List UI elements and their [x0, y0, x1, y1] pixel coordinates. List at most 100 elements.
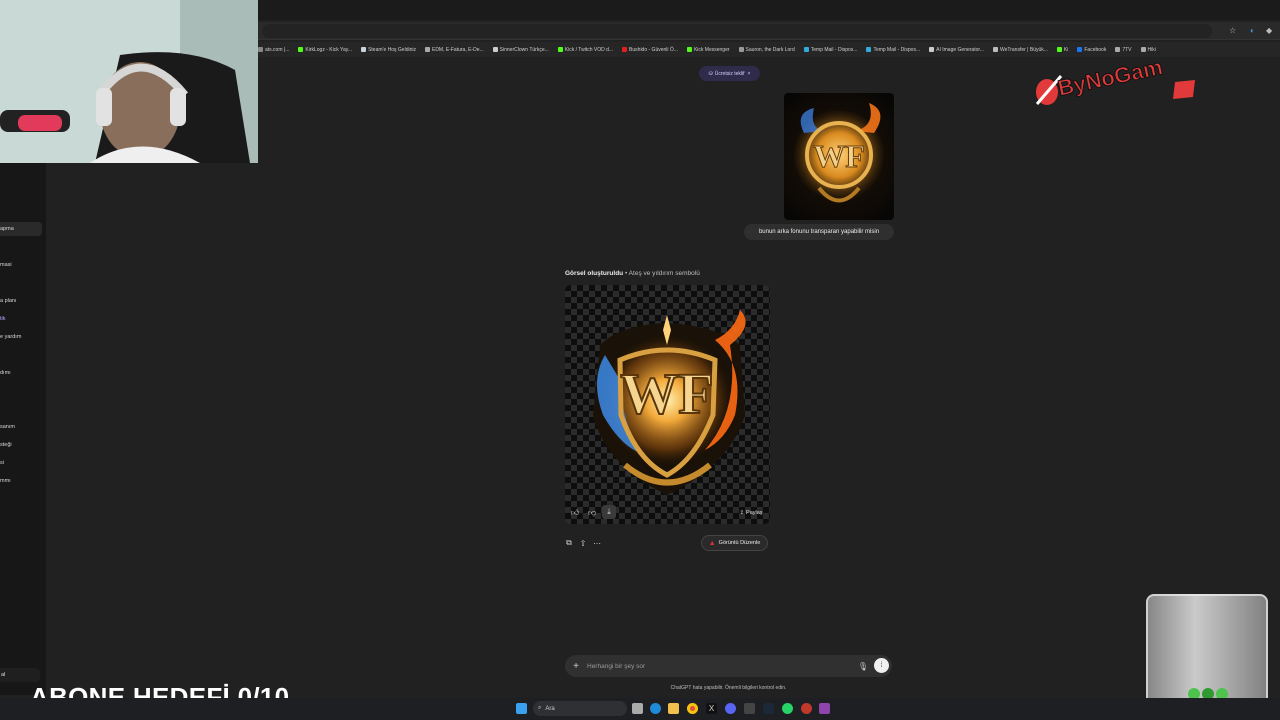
share-icon: ⇪	[739, 509, 745, 516]
bookmark-label: SinnerClown Türkçe...	[499, 46, 549, 53]
voice-wave-icon: ⁞	[880, 662, 883, 669]
bookmark-item[interactable]: Steam'e Hoş Geldiniz	[361, 47, 416, 53]
bookmark-item[interactable]: EDM, E-Fatura, E-De...	[424, 46, 484, 53]
address-bar[interactable]	[262, 24, 1212, 38]
webcam-overlay	[0, 0, 258, 163]
share-label: Paylaş	[746, 509, 763, 516]
plus-icon[interactable]: +	[570, 660, 582, 672]
gift-icon: ⛁	[708, 70, 713, 77]
bookmark-label: Kick / Twitch VOD d...	[564, 46, 614, 53]
bookmark-label: AI Image Generator...	[936, 46, 984, 53]
generated-title-bold: Görsel oluşturuldu	[565, 270, 624, 277]
file-explorer-icon[interactable]	[668, 703, 679, 714]
sidebar-account-label: al	[1, 672, 6, 678]
sidebar-chat-item[interactable]: si	[0, 460, 4, 466]
bookmark-favicon-icon	[738, 47, 744, 52]
taskbar-search-label: Ara	[545, 705, 555, 712]
bookmark-favicon-icon	[929, 47, 935, 52]
generated-logo-text: WF	[620, 361, 713, 426]
edit-image-button[interactable]: ▲ Görüntü Düzenle	[701, 535, 768, 551]
share-upload-icon[interactable]: ⇧	[577, 537, 589, 549]
app-icon-2[interactable]	[819, 703, 830, 714]
free-offer-pill[interactable]: ⛁ Ücretsiz teklif ×	[699, 66, 760, 81]
close-icon[interactable]: ×	[748, 71, 751, 77]
channel-logo: ByNoGam	[1035, 42, 1205, 112]
task-view-icon[interactable]	[632, 703, 643, 714]
bookmark-label: EDM, E-Fatura, E-De...	[431, 46, 484, 53]
bookmark-item[interactable]: Sauron, the Dark Lord	[738, 46, 795, 53]
whatsapp-icon[interactable]	[782, 703, 793, 714]
sidebar-chat-item[interactable]: sanım	[0, 424, 15, 430]
edit-image-label: Görüntü Düzenle	[718, 540, 761, 546]
bookmark-label: Temp Mail - Dispos...	[810, 46, 858, 53]
download-icon[interactable]: ⤓	[602, 505, 616, 519]
bookmark-item[interactable]: Temp Mail - Dispos...	[803, 46, 858, 53]
bookmark-favicon-icon	[686, 47, 692, 52]
subscriber-goal-glass	[1146, 594, 1268, 714]
bookmark-label: Steam'e Hoş Geldiniz	[368, 46, 416, 53]
more-options-icon[interactable]: ⋯	[591, 537, 603, 549]
copy-icon[interactable]: ⧉	[563, 537, 575, 549]
sidebar-chat-item[interactable]: tik	[0, 316, 6, 322]
channel-logo-text: ByNoGam	[1056, 54, 1165, 101]
bookmark-label: ats.com |...	[265, 46, 290, 53]
extension-icon[interactable]: ◐	[1250, 26, 1255, 35]
steam-icon[interactable]	[763, 703, 774, 714]
bookmark-favicon-icon	[258, 47, 263, 52]
free-offer-label: Ücretsiz teklif	[714, 70, 745, 77]
bookmark-label: Sauron, the Dark Lord	[745, 46, 795, 53]
bookmark-label: Temp Mail - Dispos...	[873, 46, 921, 53]
uploaded-image[interactable]: WF	[784, 93, 894, 220]
sidebar-chat-item[interactable]: steği	[0, 442, 12, 448]
generated-image[interactable]: WF	[565, 285, 770, 524]
sidebar-account-item[interactable]: al	[0, 668, 40, 682]
bookmark-star-icon[interactable]: ☆	[1229, 26, 1236, 35]
bookmark-favicon-icon	[424, 47, 430, 52]
bookmark-favicon-icon	[866, 47, 872, 52]
bookmark-label: KirkLogz - Kick Yay...	[305, 46, 353, 53]
app-icon[interactable]	[744, 703, 755, 714]
thumbs-up-icon[interactable]: 👍︎	[569, 507, 581, 519]
search-icon: ⌕	[538, 705, 542, 711]
generated-title-rest: • Ateş ve yıldırım sembolü	[623, 270, 700, 277]
thumbs-down-icon[interactable]: 👎︎	[586, 507, 598, 519]
user-message-bubble: bunun arka fonunu transparan yapabilir m…	[744, 224, 894, 240]
bookmark-favicon-icon	[557, 47, 563, 52]
bookmark-favicon-icon	[492, 47, 498, 52]
bookmark-item[interactable]: Bushido - Güvenli Ö...	[622, 47, 678, 53]
edge-icon[interactable]	[650, 703, 661, 714]
bookmark-favicon-icon	[803, 47, 809, 52]
bookmark-item[interactable]: AI Image Generator...	[929, 47, 984, 53]
bookmark-label: Kick Messenger	[693, 46, 730, 53]
generated-image-title: Görsel oluşturuldu • Ateş ve yıldırım se…	[565, 270, 700, 277]
bookmark-item[interactable]: Kick / Twitch VOD d...	[557, 46, 614, 53]
sidebar-chat-item[interactable]: a planı	[0, 298, 17, 304]
chrome-icon[interactable]	[687, 703, 698, 714]
sidebar-chat-item[interactable]: dımı	[0, 370, 11, 376]
bookmark-favicon-icon	[361, 47, 367, 52]
bookmark-item[interactable]: SinnerClown Türkçe...	[492, 46, 549, 53]
bookmark-favicon-icon	[298, 47, 304, 52]
prompt-input[interactable]	[587, 661, 837, 671]
bookmark-item[interactable]: ats.com |...	[258, 47, 289, 53]
bookmark-favicon-icon	[622, 47, 628, 52]
sidebar-chat-item[interactable]: masi	[0, 262, 12, 268]
sidebar-chat-item[interactable]: apma	[0, 226, 14, 232]
x-icon[interactable]: X	[706, 703, 717, 714]
sidebar-chat-item[interactable]: e yardım	[0, 334, 21, 340]
microphone-icon[interactable]: 🎙︎	[857, 660, 869, 672]
bookmark-favicon-icon	[992, 47, 998, 52]
discord-icon[interactable]	[725, 703, 736, 714]
share-button[interactable]: ⇪ Paylaş	[735, 506, 767, 519]
disclaimer-text: ChatGPT hata yapabilir. Önemli bilgileri…	[670, 685, 787, 691]
bookmark-item[interactable]: Temp Mail - Dispos...	[866, 47, 920, 53]
bookmark-label: Bushido - Güvenli Ö...	[629, 46, 678, 53]
windows-start-icon[interactable]	[516, 703, 527, 714]
voice-mode-button[interactable]: ⁞	[874, 658, 889, 673]
taskbar-search[interactable]: ⌕ Ara	[533, 701, 627, 716]
bookmark-item[interactable]: Kick Messenger	[686, 46, 730, 53]
obs-icon[interactable]	[801, 703, 812, 714]
sidebar-chat-item[interactable]: mmı	[0, 478, 11, 484]
bookmark-item[interactable]: KirkLogz - Kick Yay...	[298, 47, 352, 53]
extension-diamond-icon[interactable]: ◆	[1266, 26, 1272, 35]
